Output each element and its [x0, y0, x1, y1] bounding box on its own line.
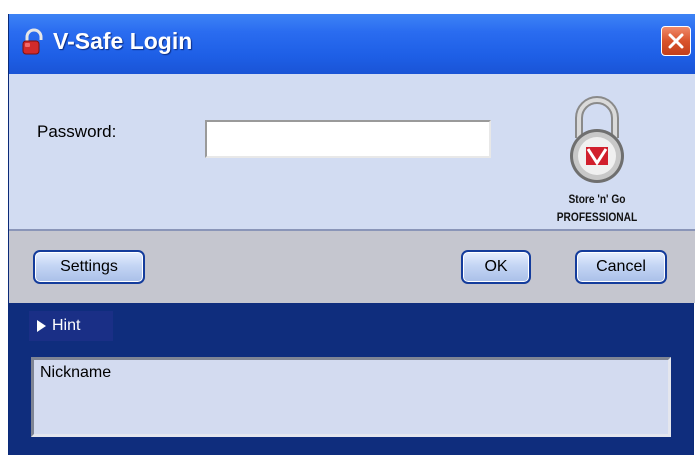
password-field[interactable]	[205, 120, 491, 158]
cancel-button[interactable]: Cancel	[575, 250, 667, 284]
window-title: V-Safe Login	[53, 28, 193, 54]
close-button[interactable]	[661, 26, 691, 56]
button-bar: Settings OK Cancel	[9, 231, 695, 303]
title-bar[interactable]: V-Safe Login	[9, 14, 695, 74]
ok-button[interactable]: OK	[461, 250, 531, 284]
brand-logo: Store 'n' Go PROFESSIONAL	[533, 88, 661, 226]
hint-text: Nickname	[40, 364, 112, 381]
hint-toggle[interactable]: Hint	[29, 311, 113, 341]
settings-button[interactable]: Settings	[33, 250, 145, 284]
login-window: V-Safe Login Password: Store 'n' Go PROF…	[8, 14, 695, 455]
triangle-right-icon	[37, 320, 46, 332]
hint-text-box: Nickname	[31, 357, 671, 437]
brand-edition: PROFESSIONAL	[556, 210, 638, 224]
close-x-icon	[668, 33, 684, 49]
password-label: Password:	[37, 122, 117, 141]
hint-toggle-label: Hint	[52, 317, 81, 334]
brand-name: Store 'n' Go	[568, 192, 626, 206]
login-panel: Password: Store 'n' Go PROFESSIONAL	[9, 74, 695, 229]
app-lock-icon	[17, 27, 47, 57]
padlock-icon	[570, 96, 624, 183]
